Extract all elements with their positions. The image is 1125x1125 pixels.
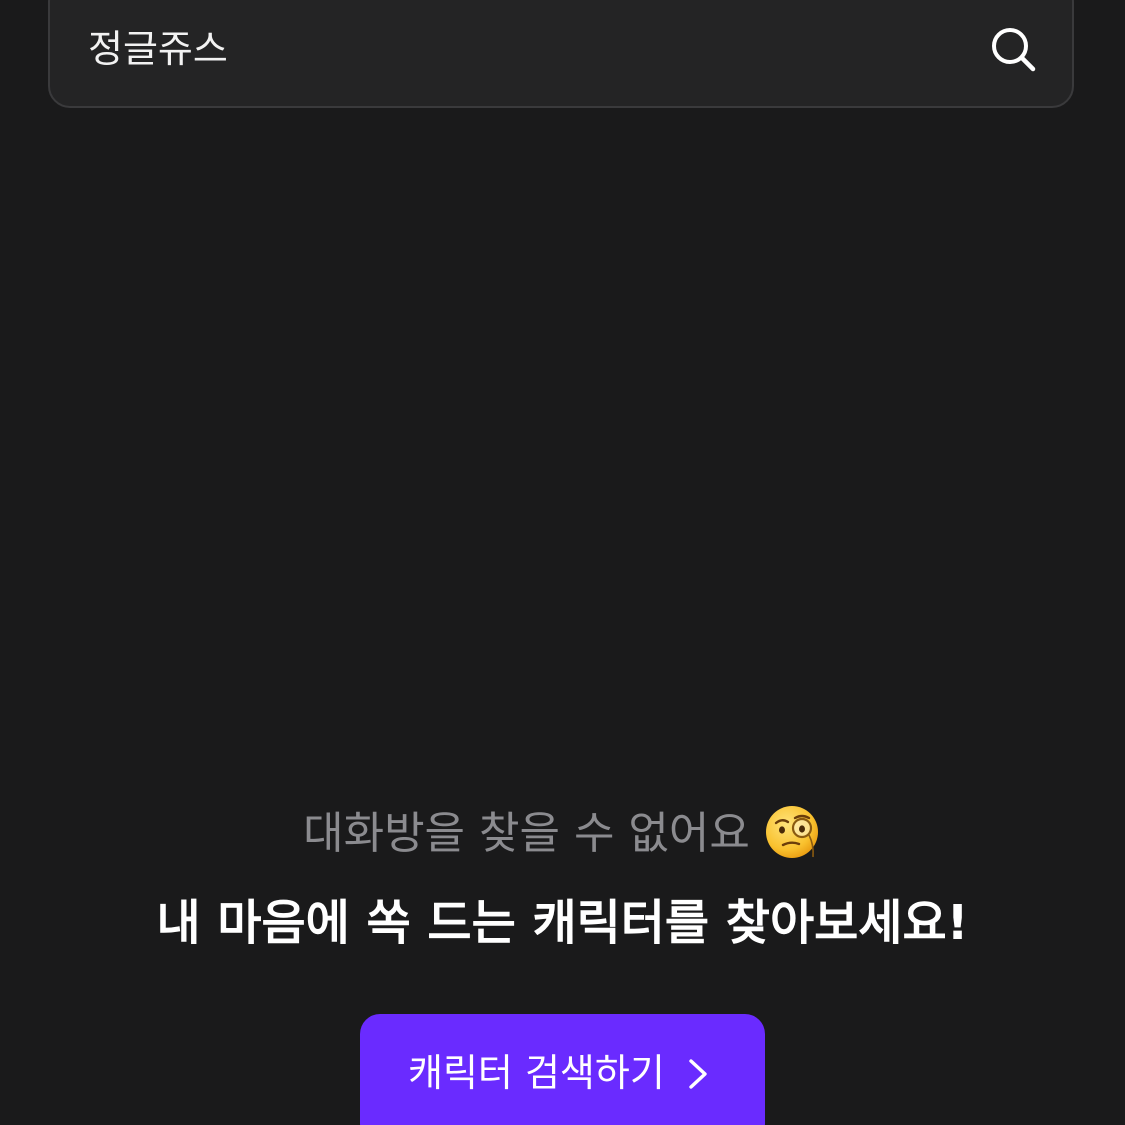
- page: 정글쥬스 대화방을 찾을 수 없어요 내 마음에 쏙 드는 캐릭터를 찾아보세요…: [0, 0, 1125, 1125]
- chevron-right-icon: [689, 1059, 707, 1089]
- search-input[interactable]: 정글쥬스: [88, 26, 228, 72]
- search-icon[interactable]: [990, 26, 1036, 72]
- empty-state-subtitle: 내 마음에 쏙 드는 캐릭터를 찾아보세요!: [156, 895, 969, 951]
- empty-state-title: 대화방을 찾을 수 없어요: [0, 802, 1125, 866]
- search-character-button[interactable]: 캐릭터 검색하기: [360, 1014, 765, 1125]
- empty-state-text: 대화방을 찾을 수 없어요: [303, 808, 750, 859]
- search-character-button-label: 캐릭터 검색하기: [408, 1051, 665, 1095]
- search-bar[interactable]: 정글쥬스: [48, 0, 1074, 108]
- face-with-monocle-icon: [765, 806, 818, 858]
